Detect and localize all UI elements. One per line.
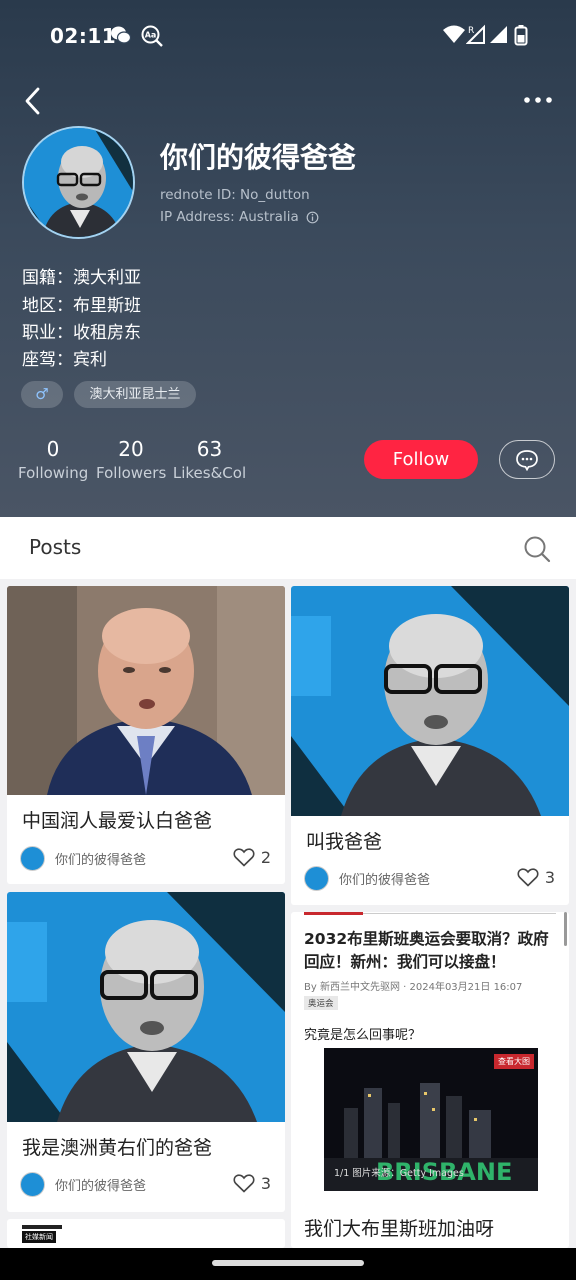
more-options-button[interactable]: [520, 86, 556, 114]
post-author[interactable]: 你们的彼得爸爸: [20, 1172, 146, 1197]
stat-value: 0: [46, 437, 60, 461]
signal-icon: [490, 26, 507, 43]
follow-button[interactable]: Follow: [364, 440, 478, 479]
stat-value: 20: [118, 437, 144, 461]
post-image: [7, 892, 285, 1122]
info-icon[interactable]: [306, 211, 319, 224]
author-avatar: [20, 1172, 45, 1197]
info-label: 职业：: [22, 323, 73, 343]
battery-icon: [514, 25, 528, 46]
avatar[interactable]: [22, 126, 135, 239]
news-accent-bar: [304, 912, 363, 915]
author-avatar: [20, 846, 45, 871]
author-name: 你们的彼得爸爸: [339, 873, 431, 888]
signal-roaming-icon: R: [466, 24, 485, 44]
wechat-icon: [111, 26, 132, 44]
status-bar: 02:11 Aa R: [0, 18, 576, 54]
gender-tag: ♂: [21, 381, 63, 408]
info-car: 座驾：宾利: [22, 345, 107, 370]
text-scan-icon: Aa: [141, 25, 163, 47]
system-nav-bar: [0, 1248, 576, 1280]
post-author[interactable]: 你们的彼得爸爸: [20, 846, 146, 871]
post-author[interactable]: 你们的彼得爸爸: [304, 866, 430, 891]
post-title: 我是澳洲黄右们的爸爸: [22, 1137, 213, 1159]
stat-likes-collections[interactable]: 63 Likes&Col: [172, 437, 247, 482]
svg-text:Aa: Aa: [145, 31, 157, 40]
ip-address-row: IP Address: Australia: [160, 209, 319, 225]
search-icon[interactable]: [522, 534, 552, 564]
info-value: 澳大利亚: [73, 268, 141, 288]
post-card[interactable]: 叫我爸爸 你们的彼得爸爸 3: [291, 586, 569, 905]
heart-icon: [233, 1174, 255, 1193]
status-time: 02:11: [50, 24, 117, 48]
post-card[interactable]: 2032布里斯班奥运会要取消？政府回应！新州：我们可以接盘！ By 新西兰中文先…: [291, 912, 569, 1248]
news-question: 究竟是怎么回事呢？: [304, 1028, 422, 1043]
view-large-image-tag[interactable]: 查看大图: [494, 1054, 534, 1069]
stat-label: Following: [18, 464, 89, 482]
info-label: 座驾：: [22, 350, 73, 370]
info-label: 地区：: [22, 296, 73, 316]
like-count: 2: [260, 847, 271, 867]
author-name: 你们的彼得爸爸: [55, 1179, 147, 1194]
rednote-id: rednote ID: No_dutton: [160, 187, 310, 203]
news-headline: 2032布里斯班奥运会要取消？政府回应！新州：我们可以接盘！: [304, 930, 549, 971]
like-button[interactable]: 3: [517, 867, 555, 887]
nickname: 你们的彼得爸爸: [160, 141, 357, 174]
post-image: [291, 586, 569, 816]
news-header-bar: [22, 1225, 62, 1229]
news-tag: 奥运会: [304, 996, 338, 1010]
stat-followers[interactable]: 20 Followers: [96, 437, 166, 482]
author-avatar: [304, 866, 329, 891]
post-card[interactable]: 我是澳洲黄右们的爸爸 你们的彼得爸爸 3: [7, 892, 285, 1212]
heart-icon: [233, 848, 255, 867]
news-label: 社媒新闻: [22, 1231, 56, 1243]
info-value: 宾利: [73, 350, 107, 370]
heart-icon: [517, 868, 539, 887]
info-value: 布里斯班: [73, 296, 141, 316]
info-region: 地区：布里斯班: [22, 291, 141, 316]
post-card[interactable]: 中国润人最爱认白爸爸 你们的彼得爸爸 2: [7, 586, 285, 884]
back-button[interactable]: [20, 84, 48, 118]
chat-icon: [516, 449, 538, 471]
author-name: 你们的彼得爸爸: [55, 853, 147, 868]
like-button[interactable]: 3: [233, 1173, 271, 1193]
wifi-icon: [443, 25, 465, 43]
avatar-portrait-image: [24, 128, 133, 237]
posts-tab-bar: Posts: [0, 517, 576, 579]
like-count: 3: [260, 1173, 271, 1193]
message-button[interactable]: [499, 440, 555, 479]
post-title: 我们大布里斯班加油呀: [304, 1218, 495, 1240]
home-gesture-pill[interactable]: [212, 1260, 364, 1266]
location-tag: 澳大利亚昆士兰: [74, 381, 196, 408]
info-label: 国籍：: [22, 268, 73, 288]
profile-header: 02:11 Aa R 你们的彼得爸爸 rednote ID: No_dutton…: [0, 0, 576, 517]
news-source: By 新西兰中文先驱网 · 2024年03月21日 16:07: [304, 982, 523, 993]
stat-label: Followers: [96, 464, 167, 482]
photo-caption: 1/1 图片来源：Getty Images: [334, 1168, 464, 1179]
stat-value: 63: [196, 437, 223, 461]
like-count: 3: [544, 867, 555, 887]
info-value: 收租房东: [73, 323, 141, 343]
post-image: [7, 586, 285, 795]
svg-text:R: R: [468, 26, 474, 36]
stat-label: Likes&Col: [172, 464, 247, 482]
post-title: 叫我爸爸: [306, 831, 383, 853]
post-title: 中国润人最爱认白爸爸: [22, 810, 213, 832]
info-nationality: 国籍：澳大利亚: [22, 263, 141, 288]
info-occupation: 职业：收租房东: [22, 318, 141, 343]
post-card[interactable]: 社媒新闻: [7, 1219, 285, 1248]
stat-following[interactable]: 0 Following: [18, 437, 88, 482]
scrollbar: [564, 912, 567, 946]
news-photo: BRISBANE 查看大图 1/1 图片来源：Getty Images: [324, 1048, 538, 1191]
ip-address: IP Address: Australia: [160, 209, 299, 225]
like-button[interactable]: 2: [233, 847, 271, 867]
tab-posts[interactable]: Posts: [29, 535, 81, 559]
news-divider: [363, 913, 556, 914]
